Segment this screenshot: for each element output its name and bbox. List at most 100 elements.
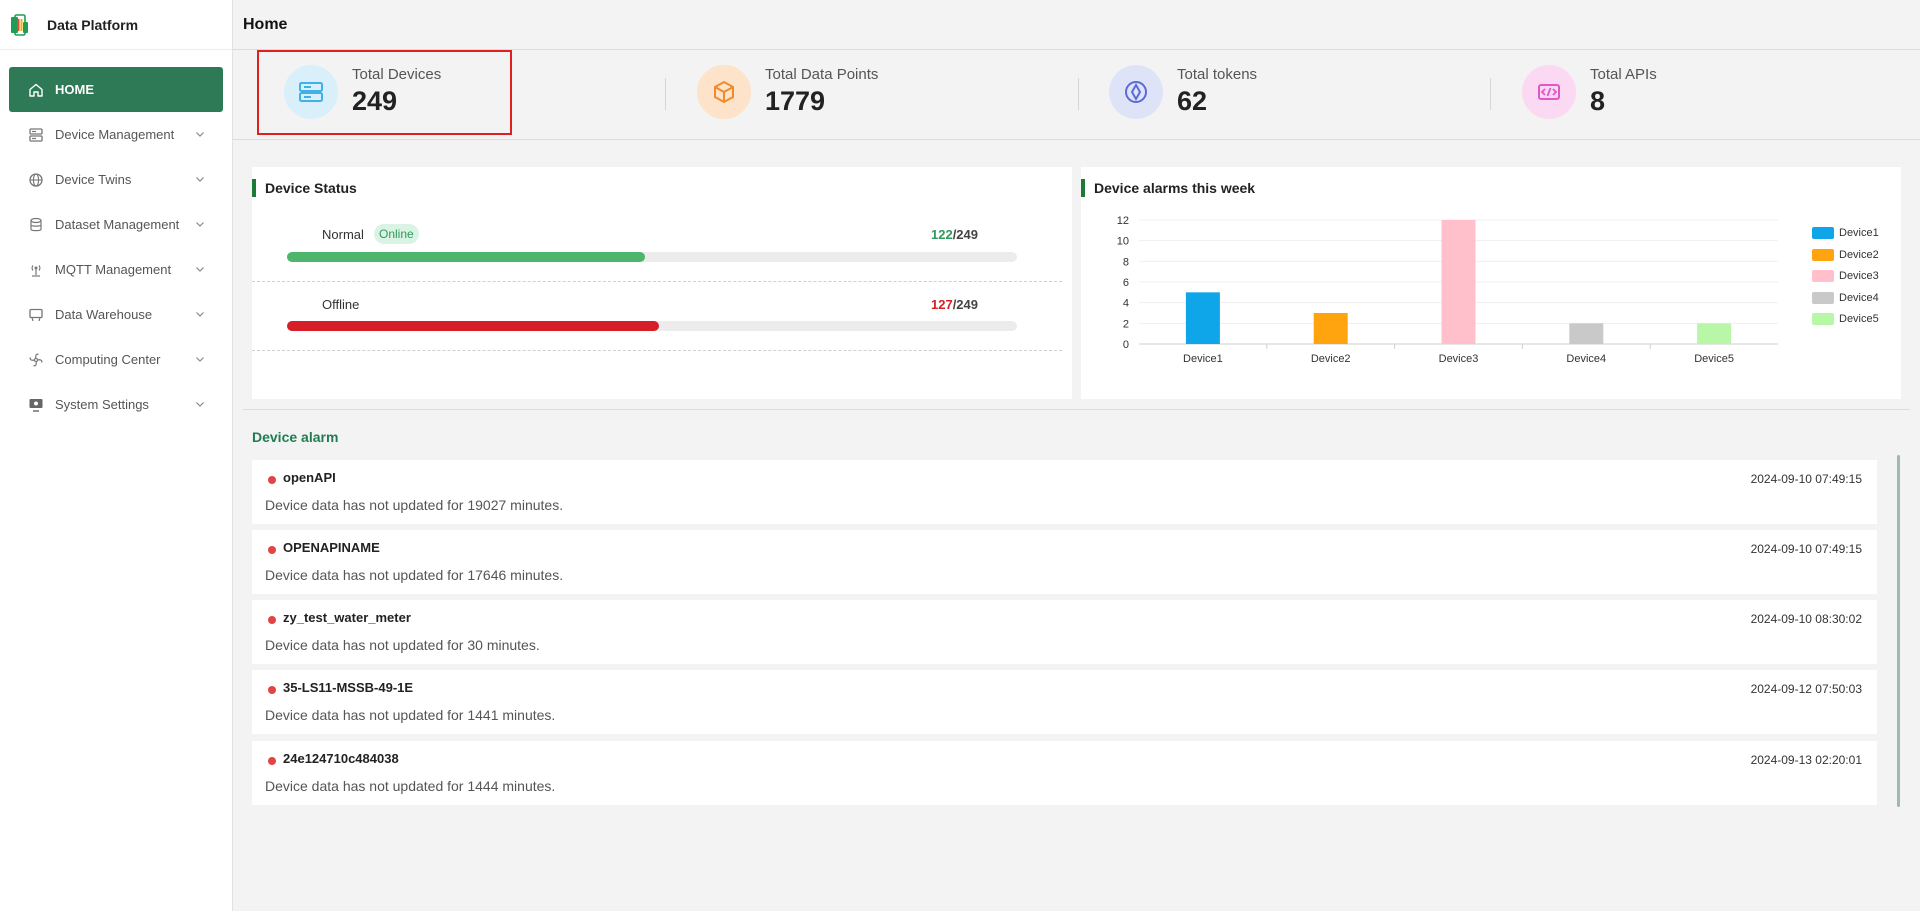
device-alarm-title: Device alarm <box>252 429 339 445</box>
alarm-time: 2024-09-10 08:30:02 <box>1750 612 1862 626</box>
x-tick-label: Device4 <box>1566 353 1606 365</box>
header: Home <box>233 0 1920 50</box>
legend-label: Device1 <box>1839 227 1879 239</box>
chart-bar <box>1569 323 1604 344</box>
sidebar-item-dataset-management[interactable]: Dataset Management <box>9 202 223 247</box>
alarm-item[interactable]: zy_test_water_meter Device data has not … <box>252 600 1877 664</box>
alarm-item[interactable]: 24e124710c484038 Device data has not upd… <box>252 741 1877 805</box>
alarm-item[interactable]: openAPI Device data has not updated for … <box>252 460 1877 524</box>
alarm-time: 2024-09-10 07:49:15 <box>1750 472 1862 486</box>
y-tick-label: 10 <box>1117 236 1129 248</box>
sidebar-item-computing-center[interactable]: Computing Center <box>9 337 223 382</box>
token-icon <box>1109 65 1163 119</box>
device-status-card: Device Status Normal Online 122/249 Offl… <box>252 167 1072 399</box>
cube-icon <box>697 65 751 119</box>
count-value: 127 <box>930 297 953 312</box>
code-icon <box>1522 65 1576 119</box>
divider <box>1490 78 1491 110</box>
chart-bar <box>1441 220 1476 344</box>
chevron-down-icon <box>196 267 204 272</box>
alarm-time: 2024-09-13 02:20:01 <box>1750 753 1862 767</box>
legend-item[interactable]: Device2 <box>1812 248 1879 261</box>
progress-normal <box>287 252 1017 262</box>
stat-label: Total tokens <box>1177 66 1258 83</box>
card-title-text: Device Status <box>265 180 357 196</box>
y-tick-label: 8 <box>1123 256 1129 268</box>
chart-bar <box>1313 313 1348 344</box>
legend-label: Device4 <box>1839 291 1879 304</box>
legend-item[interactable]: Device1 <box>1812 227 1879 239</box>
sidebar-item-device-management[interactable]: Device Management <box>9 112 223 157</box>
alarm-time: 2024-09-12 07:50:03 <box>1750 682 1862 696</box>
chevron-down-icon <box>196 357 204 362</box>
stat-label: Total APIs <box>1590 66 1657 83</box>
divider <box>1078 78 1079 110</box>
brand[interactable]: Data Platform <box>0 0 232 50</box>
alarm-device-name: openAPI <box>283 470 336 485</box>
sidebar-item-label: Device Management <box>55 127 175 142</box>
alarm-time: 2024-09-10 07:49:15 <box>1750 542 1862 556</box>
alarm-message: Device data has not updated for 30 minut… <box>265 637 540 653</box>
title-accent <box>252 179 256 197</box>
alarm-dot-icon <box>268 616 276 624</box>
card-title: Device Status <box>252 179 357 197</box>
sidebar-item-home[interactable]: HOME <box>9 67 223 112</box>
legend-item[interactable]: Device4 <box>1812 291 1879 304</box>
legend-swatch <box>1812 227 1834 239</box>
alarms-chart-card: Device alarms this week 0 2 4 6 8 10 12 Device1… <box>1081 167 1901 399</box>
chevron-down-icon <box>196 177 204 182</box>
status-label: Normal <box>322 227 364 242</box>
database-icon <box>27 216 45 234</box>
alarms-bar-chart: 0 2 4 6 8 10 12 Device1 Device2 Device3 Device4 Dev… <box>1117 215 1778 365</box>
stat-total-data-points[interactable]: Total Data Points 1779 <box>697 50 878 134</box>
chevron-down-icon <box>196 132 204 137</box>
alarm-message: Device data has not updated for 1441 min… <box>265 707 556 723</box>
sidebar-item-data-warehouse[interactable]: Data Warehouse <box>9 292 223 337</box>
alarm-dot-icon <box>268 476 276 484</box>
legend-label: Device5 <box>1839 313 1879 325</box>
chevron-down-icon <box>196 222 204 227</box>
y-tick-label: 12 <box>1117 215 1129 227</box>
alarm-item[interactable]: 35-LS11-MSSB-49-1E Device data has not u… <box>252 670 1877 734</box>
progress-offline <box>287 321 1017 331</box>
scrollbar[interactable] <box>1897 455 1900 807</box>
sidebar-item-system-settings[interactable]: System Settings <box>9 382 223 427</box>
section-divider <box>243 409 1910 410</box>
sidebar-item-device-twins[interactable]: Device Twins <box>9 157 223 202</box>
stat-total-devices[interactable]: Total Devices 249 <box>284 50 441 134</box>
alarm-device-name: 24e124710c484038 <box>283 751 399 766</box>
fan-icon <box>27 351 45 369</box>
stat-value: 8 <box>1590 86 1606 116</box>
stat-total-tokens[interactable]: Total tokens 62 <box>1109 50 1257 134</box>
sidebar-item-label: Device Twins <box>55 172 132 187</box>
broadcast-icon <box>27 261 45 279</box>
stat-value: 249 <box>352 86 398 116</box>
alarm-dot-icon <box>268 757 276 765</box>
settings-screen-icon <box>27 396 45 414</box>
sidebar-item-label: System Settings <box>55 397 149 412</box>
legend-swatch <box>1812 291 1834 304</box>
dashed-divider <box>252 350 1062 351</box>
logo-icon <box>11 13 28 36</box>
legend-label: Device3 <box>1839 270 1879 282</box>
x-tick-label: Device1 <box>1183 353 1223 365</box>
chevron-down-icon <box>196 402 204 407</box>
legend-item[interactable]: Device3 <box>1812 270 1879 282</box>
stat-total-apis[interactable]: Total APIs 8 <box>1522 50 1657 134</box>
alarm-item[interactable]: OPENAPINAME Device data has not updated … <box>252 530 1877 594</box>
sidebar-item-label: Dataset Management <box>55 217 180 232</box>
legend-swatch <box>1812 270 1834 282</box>
y-tick-label: 6 <box>1123 277 1129 289</box>
page-title: Home <box>243 15 288 33</box>
y-tick-label: 0 <box>1123 339 1129 351</box>
legend-item[interactable]: Device5 <box>1812 313 1879 325</box>
sidebar-nav: HOME Device Management Device Twins Data… <box>0 50 232 427</box>
dashed-divider <box>252 281 1062 282</box>
x-tick-label: Device3 <box>1439 353 1479 365</box>
status-label: Offline <box>322 297 360 312</box>
sidebar-item-mqtt-management[interactable]: MQTT Management <box>9 247 223 292</box>
count-total: /249 <box>952 227 978 242</box>
app-name: Data Platform <box>47 16 139 33</box>
sidebar-item-label: MQTT Management <box>55 262 172 277</box>
devices-icon <box>284 65 338 119</box>
